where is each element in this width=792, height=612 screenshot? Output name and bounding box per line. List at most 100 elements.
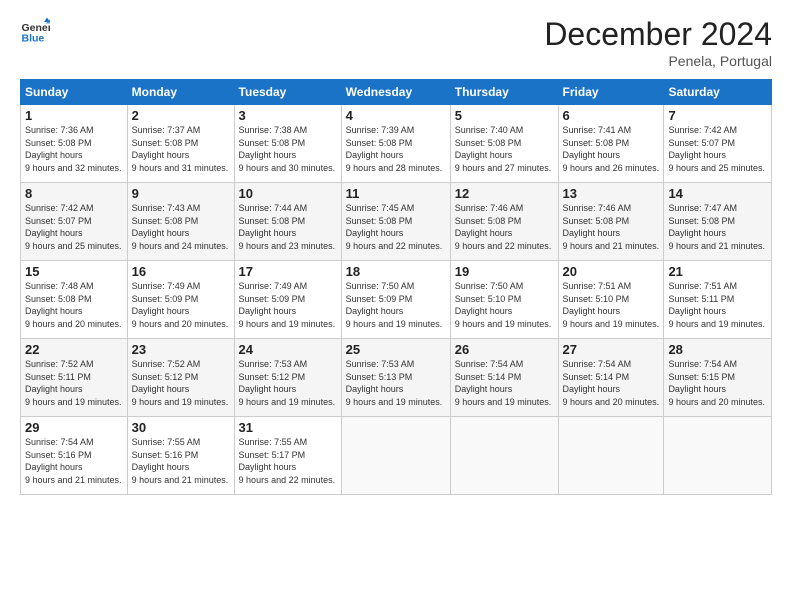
calendar-cell: 24 Sunrise: 7:53 AM Sunset: 5:12 PM Dayl…: [234, 339, 341, 417]
day-number: 15: [25, 264, 123, 279]
day-info: Sunrise: 7:41 AM Sunset: 5:08 PM Dayligh…: [563, 124, 660, 174]
calendar-cell: [341, 417, 450, 495]
week-row-5: 29 Sunrise: 7:54 AM Sunset: 5:16 PM Dayl…: [21, 417, 772, 495]
day-info: Sunrise: 7:55 AM Sunset: 5:16 PM Dayligh…: [132, 436, 230, 486]
day-info: Sunrise: 7:46 AM Sunset: 5:08 PM Dayligh…: [455, 202, 554, 252]
calendar-cell: 3 Sunrise: 7:38 AM Sunset: 5:08 PM Dayli…: [234, 105, 341, 183]
calendar-cell: 11 Sunrise: 7:45 AM Sunset: 5:08 PM Dayl…: [341, 183, 450, 261]
header-monday: Monday: [127, 80, 234, 105]
calendar-cell: 7 Sunrise: 7:42 AM Sunset: 5:07 PM Dayli…: [664, 105, 772, 183]
calendar-cell: 28 Sunrise: 7:54 AM Sunset: 5:15 PM Dayl…: [664, 339, 772, 417]
header-tuesday: Tuesday: [234, 80, 341, 105]
day-info: Sunrise: 7:49 AM Sunset: 5:09 PM Dayligh…: [239, 280, 337, 330]
calendar-cell: 23 Sunrise: 7:52 AM Sunset: 5:12 PM Dayl…: [127, 339, 234, 417]
month-title: December 2024: [544, 16, 772, 53]
day-info: Sunrise: 7:44 AM Sunset: 5:08 PM Dayligh…: [239, 202, 337, 252]
logo-icon: General Blue: [20, 16, 50, 46]
day-number: 9: [132, 186, 230, 201]
day-info: Sunrise: 7:37 AM Sunset: 5:08 PM Dayligh…: [132, 124, 230, 174]
day-number: 23: [132, 342, 230, 357]
header-row: SundayMondayTuesdayWednesdayThursdayFrid…: [21, 80, 772, 105]
day-info: Sunrise: 7:48 AM Sunset: 5:08 PM Dayligh…: [25, 280, 123, 330]
day-info: Sunrise: 7:54 AM Sunset: 5:14 PM Dayligh…: [455, 358, 554, 408]
calendar-cell: 29 Sunrise: 7:54 AM Sunset: 5:16 PM Dayl…: [21, 417, 128, 495]
calendar-cell: 12 Sunrise: 7:46 AM Sunset: 5:08 PM Dayl…: [450, 183, 558, 261]
day-info: Sunrise: 7:50 AM Sunset: 5:10 PM Dayligh…: [455, 280, 554, 330]
day-info: Sunrise: 7:51 AM Sunset: 5:11 PM Dayligh…: [668, 280, 767, 330]
calendar-cell: 13 Sunrise: 7:46 AM Sunset: 5:08 PM Dayl…: [558, 183, 664, 261]
calendar-cell: 15 Sunrise: 7:48 AM Sunset: 5:08 PM Dayl…: [21, 261, 128, 339]
day-number: 29: [25, 420, 123, 435]
calendar-cell: 21 Sunrise: 7:51 AM Sunset: 5:11 PM Dayl…: [664, 261, 772, 339]
day-number: 1: [25, 108, 123, 123]
day-info: Sunrise: 7:50 AM Sunset: 5:09 PM Dayligh…: [346, 280, 446, 330]
day-number: 27: [563, 342, 660, 357]
day-number: 18: [346, 264, 446, 279]
day-number: 14: [668, 186, 767, 201]
calendar-cell: 19 Sunrise: 7:50 AM Sunset: 5:10 PM Dayl…: [450, 261, 558, 339]
day-info: Sunrise: 7:40 AM Sunset: 5:08 PM Dayligh…: [455, 124, 554, 174]
day-number: 6: [563, 108, 660, 123]
day-number: 10: [239, 186, 337, 201]
week-row-4: 22 Sunrise: 7:52 AM Sunset: 5:11 PM Dayl…: [21, 339, 772, 417]
calendar-cell: 17 Sunrise: 7:49 AM Sunset: 5:09 PM Dayl…: [234, 261, 341, 339]
header-friday: Friday: [558, 80, 664, 105]
day-number: 17: [239, 264, 337, 279]
day-info: Sunrise: 7:45 AM Sunset: 5:08 PM Dayligh…: [346, 202, 446, 252]
day-number: 11: [346, 186, 446, 201]
day-number: 20: [563, 264, 660, 279]
calendar-cell: 25 Sunrise: 7:53 AM Sunset: 5:13 PM Dayl…: [341, 339, 450, 417]
day-number: 22: [25, 342, 123, 357]
day-number: 19: [455, 264, 554, 279]
day-info: Sunrise: 7:36 AM Sunset: 5:08 PM Dayligh…: [25, 124, 123, 174]
day-number: 5: [455, 108, 554, 123]
day-info: Sunrise: 7:43 AM Sunset: 5:08 PM Dayligh…: [132, 202, 230, 252]
day-number: 3: [239, 108, 337, 123]
day-info: Sunrise: 7:54 AM Sunset: 5:16 PM Dayligh…: [25, 436, 123, 486]
calendar-cell: 5 Sunrise: 7:40 AM Sunset: 5:08 PM Dayli…: [450, 105, 558, 183]
week-row-2: 8 Sunrise: 7:42 AM Sunset: 5:07 PM Dayli…: [21, 183, 772, 261]
day-number: 26: [455, 342, 554, 357]
location: Penela, Portugal: [544, 53, 772, 69]
calendar-cell: 10 Sunrise: 7:44 AM Sunset: 5:08 PM Dayl…: [234, 183, 341, 261]
calendar-cell: 31 Sunrise: 7:55 AM Sunset: 5:17 PM Dayl…: [234, 417, 341, 495]
day-info: Sunrise: 7:38 AM Sunset: 5:08 PM Dayligh…: [239, 124, 337, 174]
calendar-cell: 14 Sunrise: 7:47 AM Sunset: 5:08 PM Dayl…: [664, 183, 772, 261]
day-info: Sunrise: 7:55 AM Sunset: 5:17 PM Dayligh…: [239, 436, 337, 486]
day-info: Sunrise: 7:46 AM Sunset: 5:08 PM Dayligh…: [563, 202, 660, 252]
day-info: Sunrise: 7:54 AM Sunset: 5:14 PM Dayligh…: [563, 358, 660, 408]
calendar-cell: 4 Sunrise: 7:39 AM Sunset: 5:08 PM Dayli…: [341, 105, 450, 183]
calendar-cell: 22 Sunrise: 7:52 AM Sunset: 5:11 PM Dayl…: [21, 339, 128, 417]
calendar-cell: [558, 417, 664, 495]
header: General Blue December 2024 Penela, Portu…: [20, 16, 772, 69]
calendar-cell: 27 Sunrise: 7:54 AM Sunset: 5:14 PM Dayl…: [558, 339, 664, 417]
week-row-1: 1 Sunrise: 7:36 AM Sunset: 5:08 PM Dayli…: [21, 105, 772, 183]
logo: General Blue: [20, 16, 50, 46]
day-number: 16: [132, 264, 230, 279]
day-number: 28: [668, 342, 767, 357]
header-wednesday: Wednesday: [341, 80, 450, 105]
week-row-3: 15 Sunrise: 7:48 AM Sunset: 5:08 PM Dayl…: [21, 261, 772, 339]
header-sunday: Sunday: [21, 80, 128, 105]
day-number: 24: [239, 342, 337, 357]
day-number: 25: [346, 342, 446, 357]
title-block: December 2024 Penela, Portugal: [544, 16, 772, 69]
day-number: 8: [25, 186, 123, 201]
day-info: Sunrise: 7:52 AM Sunset: 5:12 PM Dayligh…: [132, 358, 230, 408]
day-info: Sunrise: 7:39 AM Sunset: 5:08 PM Dayligh…: [346, 124, 446, 174]
day-info: Sunrise: 7:42 AM Sunset: 5:07 PM Dayligh…: [668, 124, 767, 174]
calendar-cell: 1 Sunrise: 7:36 AM Sunset: 5:08 PM Dayli…: [21, 105, 128, 183]
svg-text:Blue: Blue: [22, 33, 45, 45]
header-saturday: Saturday: [664, 80, 772, 105]
day-info: Sunrise: 7:52 AM Sunset: 5:11 PM Dayligh…: [25, 358, 123, 408]
calendar-cell: [450, 417, 558, 495]
day-number: 2: [132, 108, 230, 123]
calendar-cell: 8 Sunrise: 7:42 AM Sunset: 5:07 PM Dayli…: [21, 183, 128, 261]
day-number: 30: [132, 420, 230, 435]
calendar-cell: 26 Sunrise: 7:54 AM Sunset: 5:14 PM Dayl…: [450, 339, 558, 417]
calendar-cell: 18 Sunrise: 7:50 AM Sunset: 5:09 PM Dayl…: [341, 261, 450, 339]
day-number: 4: [346, 108, 446, 123]
calendar-cell: 6 Sunrise: 7:41 AM Sunset: 5:08 PM Dayli…: [558, 105, 664, 183]
calendar-cell: 16 Sunrise: 7:49 AM Sunset: 5:09 PM Dayl…: [127, 261, 234, 339]
day-info: Sunrise: 7:42 AM Sunset: 5:07 PM Dayligh…: [25, 202, 123, 252]
